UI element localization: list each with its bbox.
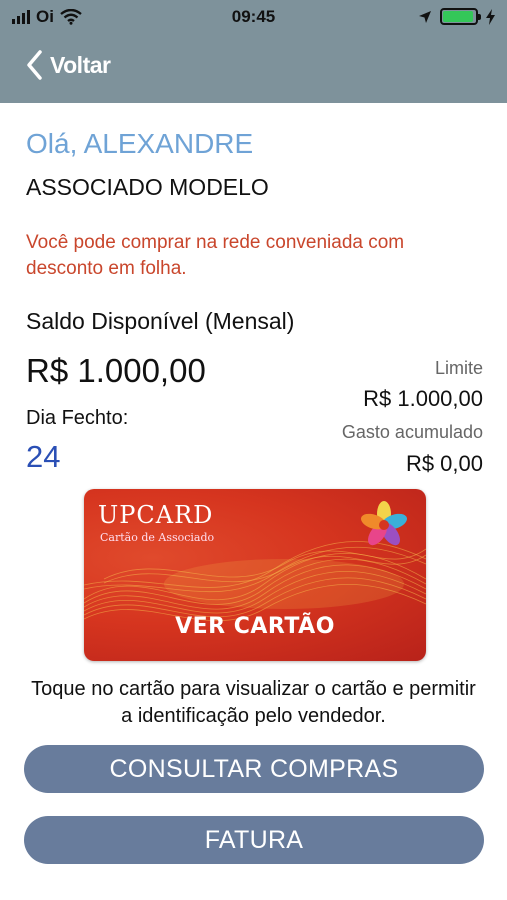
back-label: Voltar	[50, 51, 111, 78]
view-purchases-button[interactable]: CONSULTAR COMPRAS	[24, 745, 484, 793]
upcard-logo-icon	[360, 501, 408, 546]
location-icon	[419, 10, 431, 23]
spent-value: R$ 0,00	[405, 451, 483, 476]
invoice-button[interactable]: FATURA	[24, 816, 484, 864]
back-button[interactable]: Voltar	[26, 50, 111, 80]
status-right	[418, 8, 495, 25]
greeting: Olá, ALEXANDRE	[26, 128, 254, 159]
closing-day-label: Dia Fechto:	[26, 407, 129, 429]
nav-bar: Voltar	[0, 33, 507, 103]
chevron-left-icon	[27, 50, 42, 80]
balance-value: R$ 1.000,00	[26, 352, 206, 389]
member-card[interactable]: UPCARD Cartão de Associado VER CARTÃO	[84, 489, 426, 661]
status-bar: Oi 09:45	[0, 0, 507, 33]
closing-day-value: 24	[26, 439, 61, 474]
card-hint: Toque no cartão para visualizar o cartão…	[31, 678, 476, 727]
member-plan: ASSOCIADO MODELO	[26, 174, 269, 200]
view-card-label: VER CARTÃO	[175, 614, 335, 639]
balance-label: Saldo Disponível (Mensal)	[26, 308, 295, 334]
spent-label: Gasto acumulado	[341, 422, 483, 442]
card-brand: UPCARD	[98, 501, 214, 529]
card-subtitle: Cartão de Associado	[100, 531, 215, 544]
battery-level	[443, 11, 474, 22]
battery-icon	[440, 8, 481, 25]
limit-label: Limite	[434, 358, 483, 378]
charging-icon	[486, 8, 495, 25]
limit-value: R$ 1.000,00	[363, 386, 483, 411]
discount-message: Você pode comprar na rede conveniada com…	[26, 232, 405, 279]
